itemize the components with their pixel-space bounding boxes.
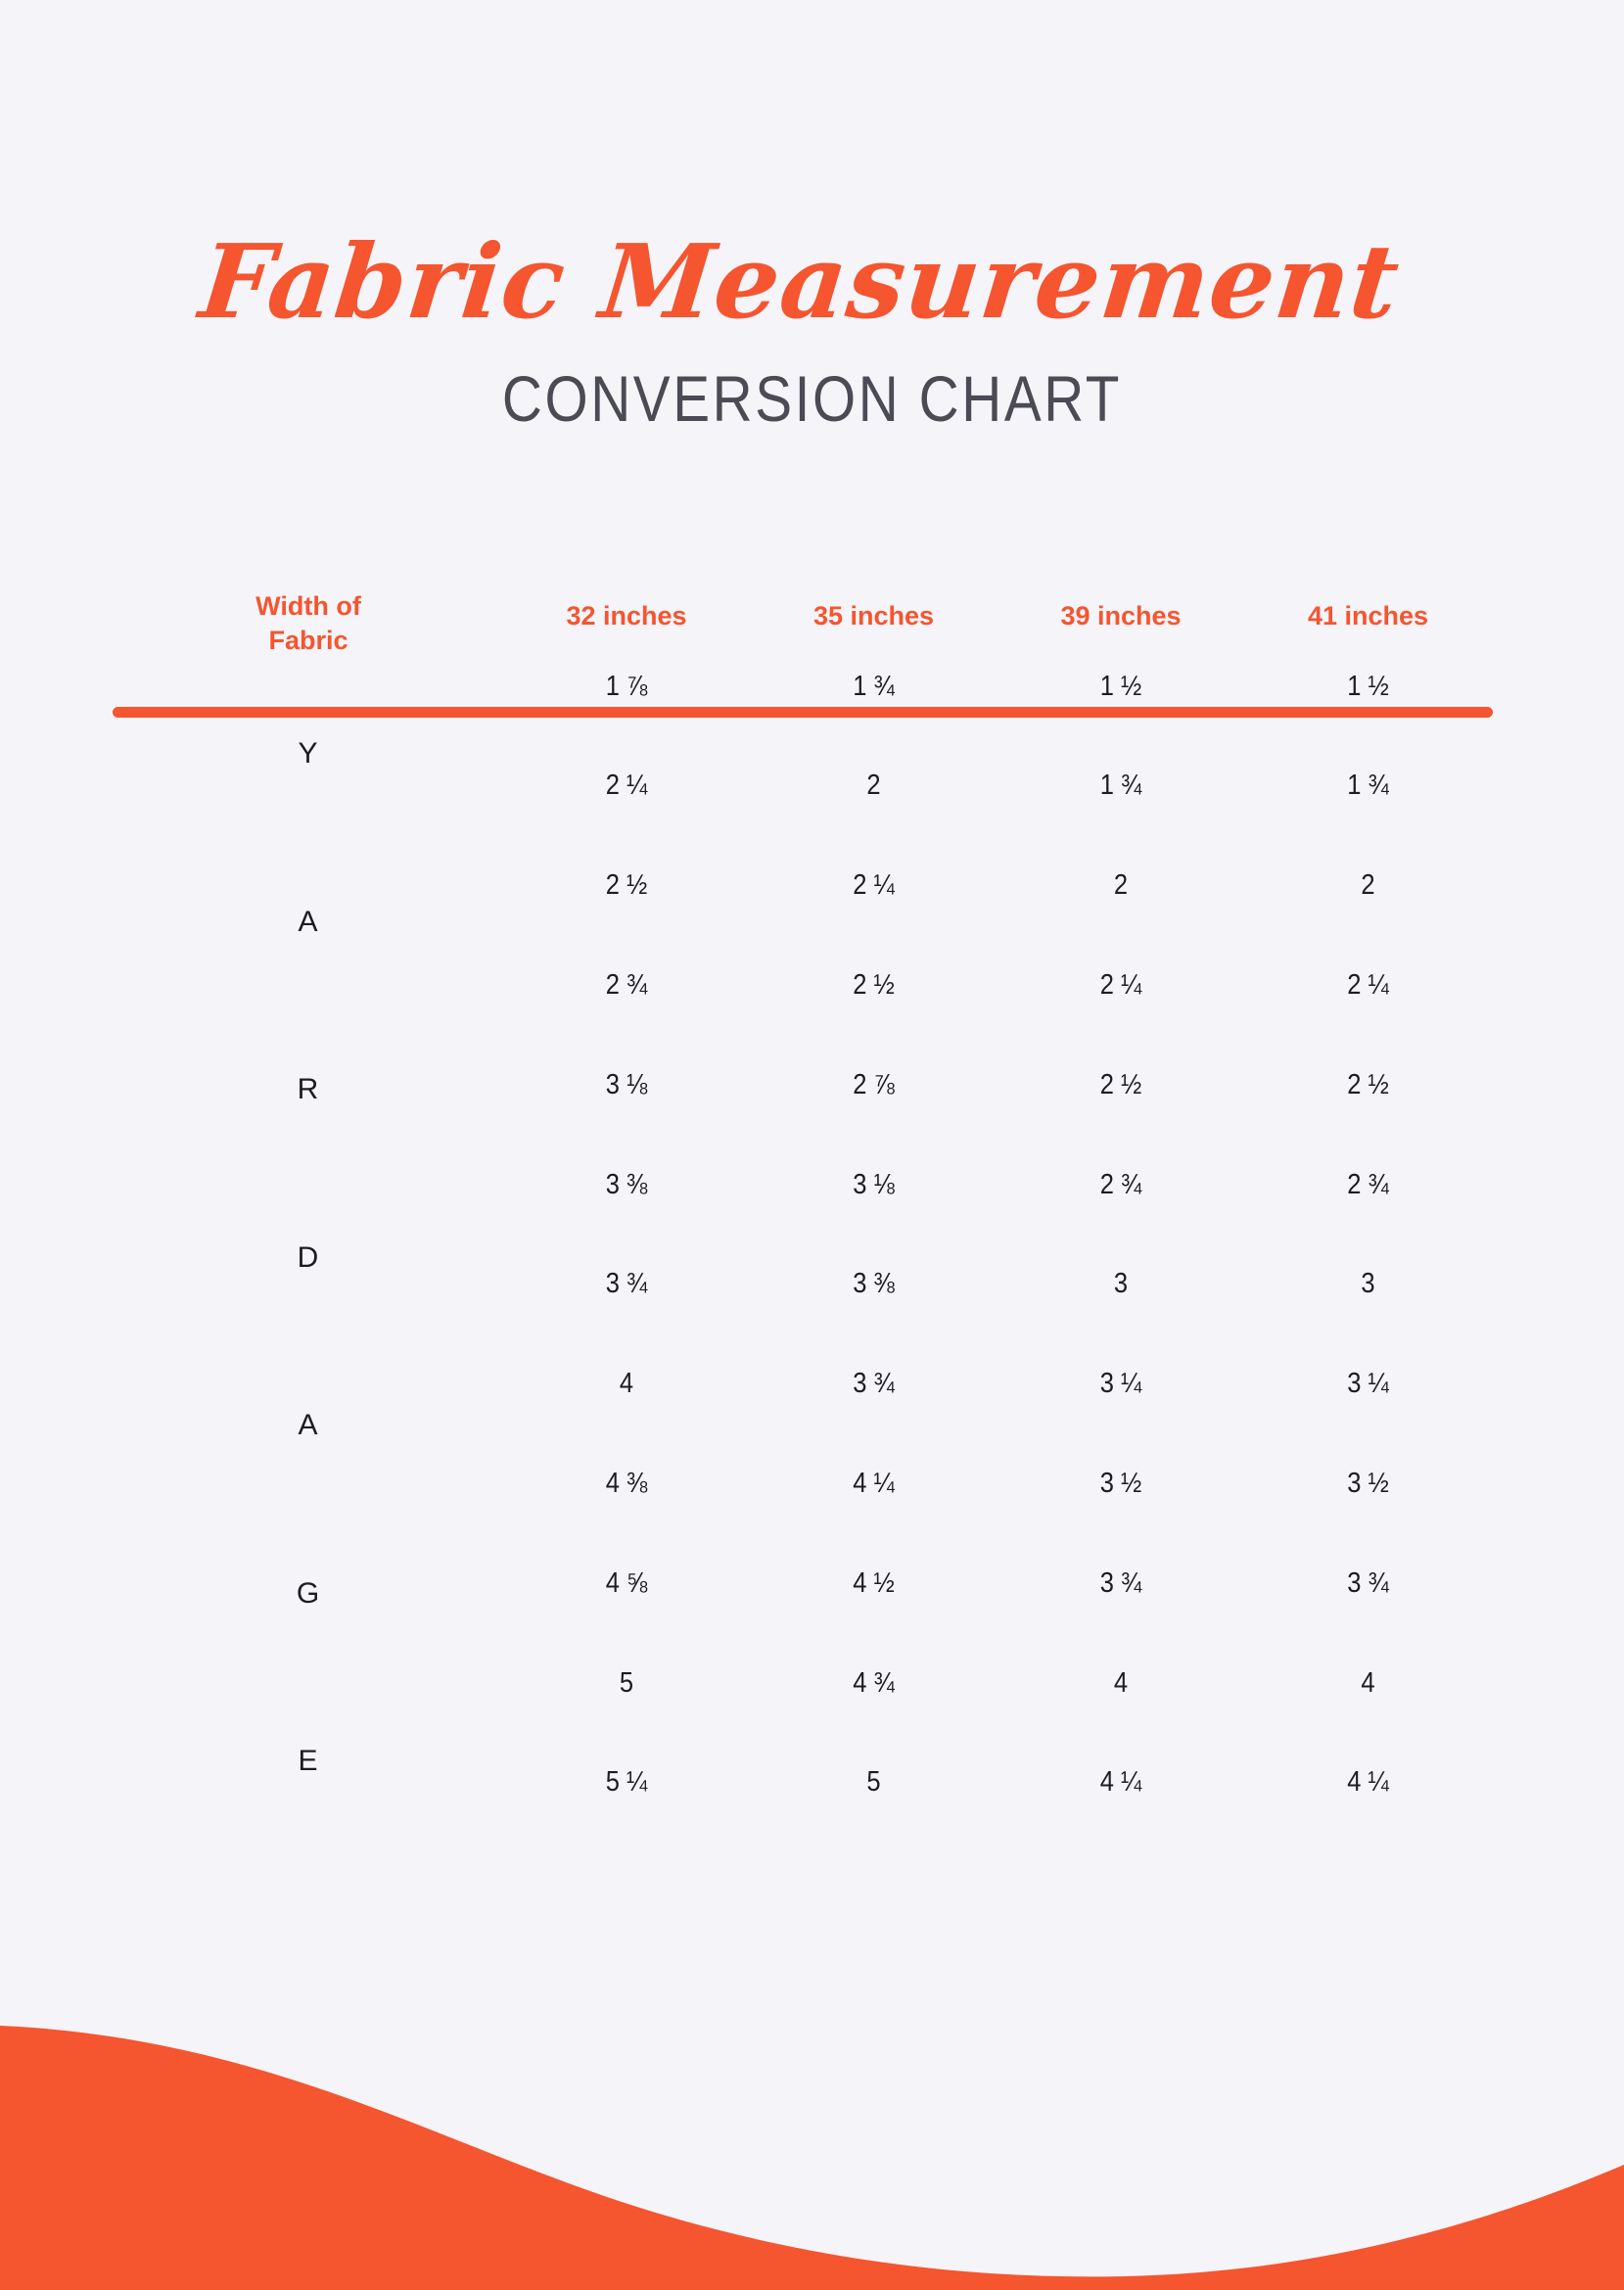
table-row: 1 ⅞ 1 ¾ 1 ½ 1 ½ [113,667,1493,706]
table-cell: 4 [1361,1666,1375,1699]
column-header-width-of-fabric: Width of Fabric [113,584,504,658]
bottom-wave-decoration [0,2026,1624,2290]
header-divider [113,707,1493,718]
yardage-letter: A [298,905,319,938]
table-cell: 3 ⅜ [605,1168,648,1200]
table-cell: 3 ⅛ [605,1068,648,1100]
table-row: 3 ⅜ 3 ⅛ 2 ¾ 2 ¾ [113,1165,1493,1204]
yardage-letter: A [298,1409,319,1441]
table-row: 2 ½ 2 ¼ 2 2 [113,866,1493,906]
table-cell: 4 ½ [853,1566,895,1599]
table-cell: 1 ¾ [1099,770,1142,802]
table-cell: 3 ¾ [853,1368,895,1400]
table-cell: 5 [619,1666,634,1699]
yardage-letter: R [297,1073,320,1105]
table-cell: 3 ⅜ [853,1268,895,1300]
table-cell: 2 ¾ [605,968,648,1001]
table-cell: 3 ½ [1099,1467,1142,1499]
table-cell: 4 ¼ [1099,1766,1142,1799]
table-cell: 1 ¾ [1347,770,1389,802]
wave-shape [0,2026,1624,2290]
table-cell: 2 ½ [1099,1068,1142,1100]
column-header-line-1: Width of Fabric [255,591,361,656]
table-cell: 2 ⅞ [853,1068,895,1100]
table-cell: 2 ¼ [605,770,648,802]
yardage-letter: D [297,1240,320,1274]
table-cell: 1 ¾ [853,670,895,702]
column-header-35-inches: 35 inches [812,601,935,631]
table-cell: 3 ¾ [1347,1566,1389,1599]
table-cell: 4 [1113,1666,1129,1699]
table-cell: 3 ¾ [1099,1566,1142,1599]
table-cell: 2 ¼ [1347,968,1389,1001]
yardage-letter: G [296,1576,321,1610]
table-cell: 3 [1113,1268,1129,1300]
table-cell: 2 ½ [1347,1068,1389,1100]
table-cell: 4 ¼ [853,1467,895,1499]
table-cell: 2 ¾ [1099,1168,1142,1200]
table-cell: 2 [1113,869,1129,902]
table-body: 1 ⅞1 ¾1 ½1 ½2 ¼21 ¾1 ¾2 ½2 ¼222 ¾2 ½2 ¼2… [113,671,1493,1932]
page-subtitle: CONVERSION CHART [501,362,1123,435]
table-cell: 2 ½ [605,869,648,902]
table-cell: 4 ¾ [853,1666,895,1699]
table-cell: 3 ¾ [605,1268,648,1300]
table-cell: 4 ⅜ [605,1467,648,1499]
table-cell: 3 ¼ [1347,1368,1389,1400]
table-cell: 5 ¼ [605,1766,648,1799]
table-cell: 3 ½ [1347,1467,1389,1499]
column-header-39-inches: 39 inches [1060,601,1182,631]
table-cell: 4 ⅝ [605,1566,648,1599]
table-cell: 2 ¾ [1347,1168,1389,1200]
table-row: 4 ⅜ 4 ¼ 3 ½ 3 ½ [113,1464,1493,1503]
table-cell: 3 [1361,1268,1375,1300]
page-title-script: Fabric Measurement [194,221,1406,342]
table-cell: 3 ¼ [1099,1368,1142,1400]
table-cell: 2 [866,770,881,802]
table-cell: 2 ¼ [853,869,895,902]
table-row: 4 3 ¾ 3 ¼ 3 ¼ [113,1365,1493,1404]
table-cell: 1 ⅞ [605,670,648,702]
column-header-41-inches: 41 inches [1307,601,1429,631]
table-cell: 1 ½ [1099,670,1142,702]
chart-header: Fabric Measurement CONVERSION CHART [0,0,1624,431]
column-header-32-inches: 32 inches [566,601,687,631]
table-cell: 1 ½ [1347,670,1389,702]
table-cell: 5 [866,1766,881,1799]
table-cell: 3 ⅛ [853,1168,895,1200]
conversion-table: Width of Fabric 32 inches 35 inches 39 in… [113,584,1493,1932]
table-cell: 2 ¼ [1099,968,1142,1001]
table-row: 2 ¾ 2 ½ 2 ¼ 2 ¼ [113,965,1493,1005]
table-row: 5 4 ¾ 4 4 [113,1663,1493,1703]
yardage-letter: E [298,1745,319,1777]
table-row: 2 ¼ 2 1 ¾ 1 ¾ [113,767,1493,806]
table-cell: 2 [1361,869,1375,902]
table-cell: 4 ¼ [1347,1766,1389,1799]
table-cell: 2 ½ [853,968,895,1001]
table-cell: 4 [619,1368,634,1400]
yardage-letter: Y [298,737,319,770]
